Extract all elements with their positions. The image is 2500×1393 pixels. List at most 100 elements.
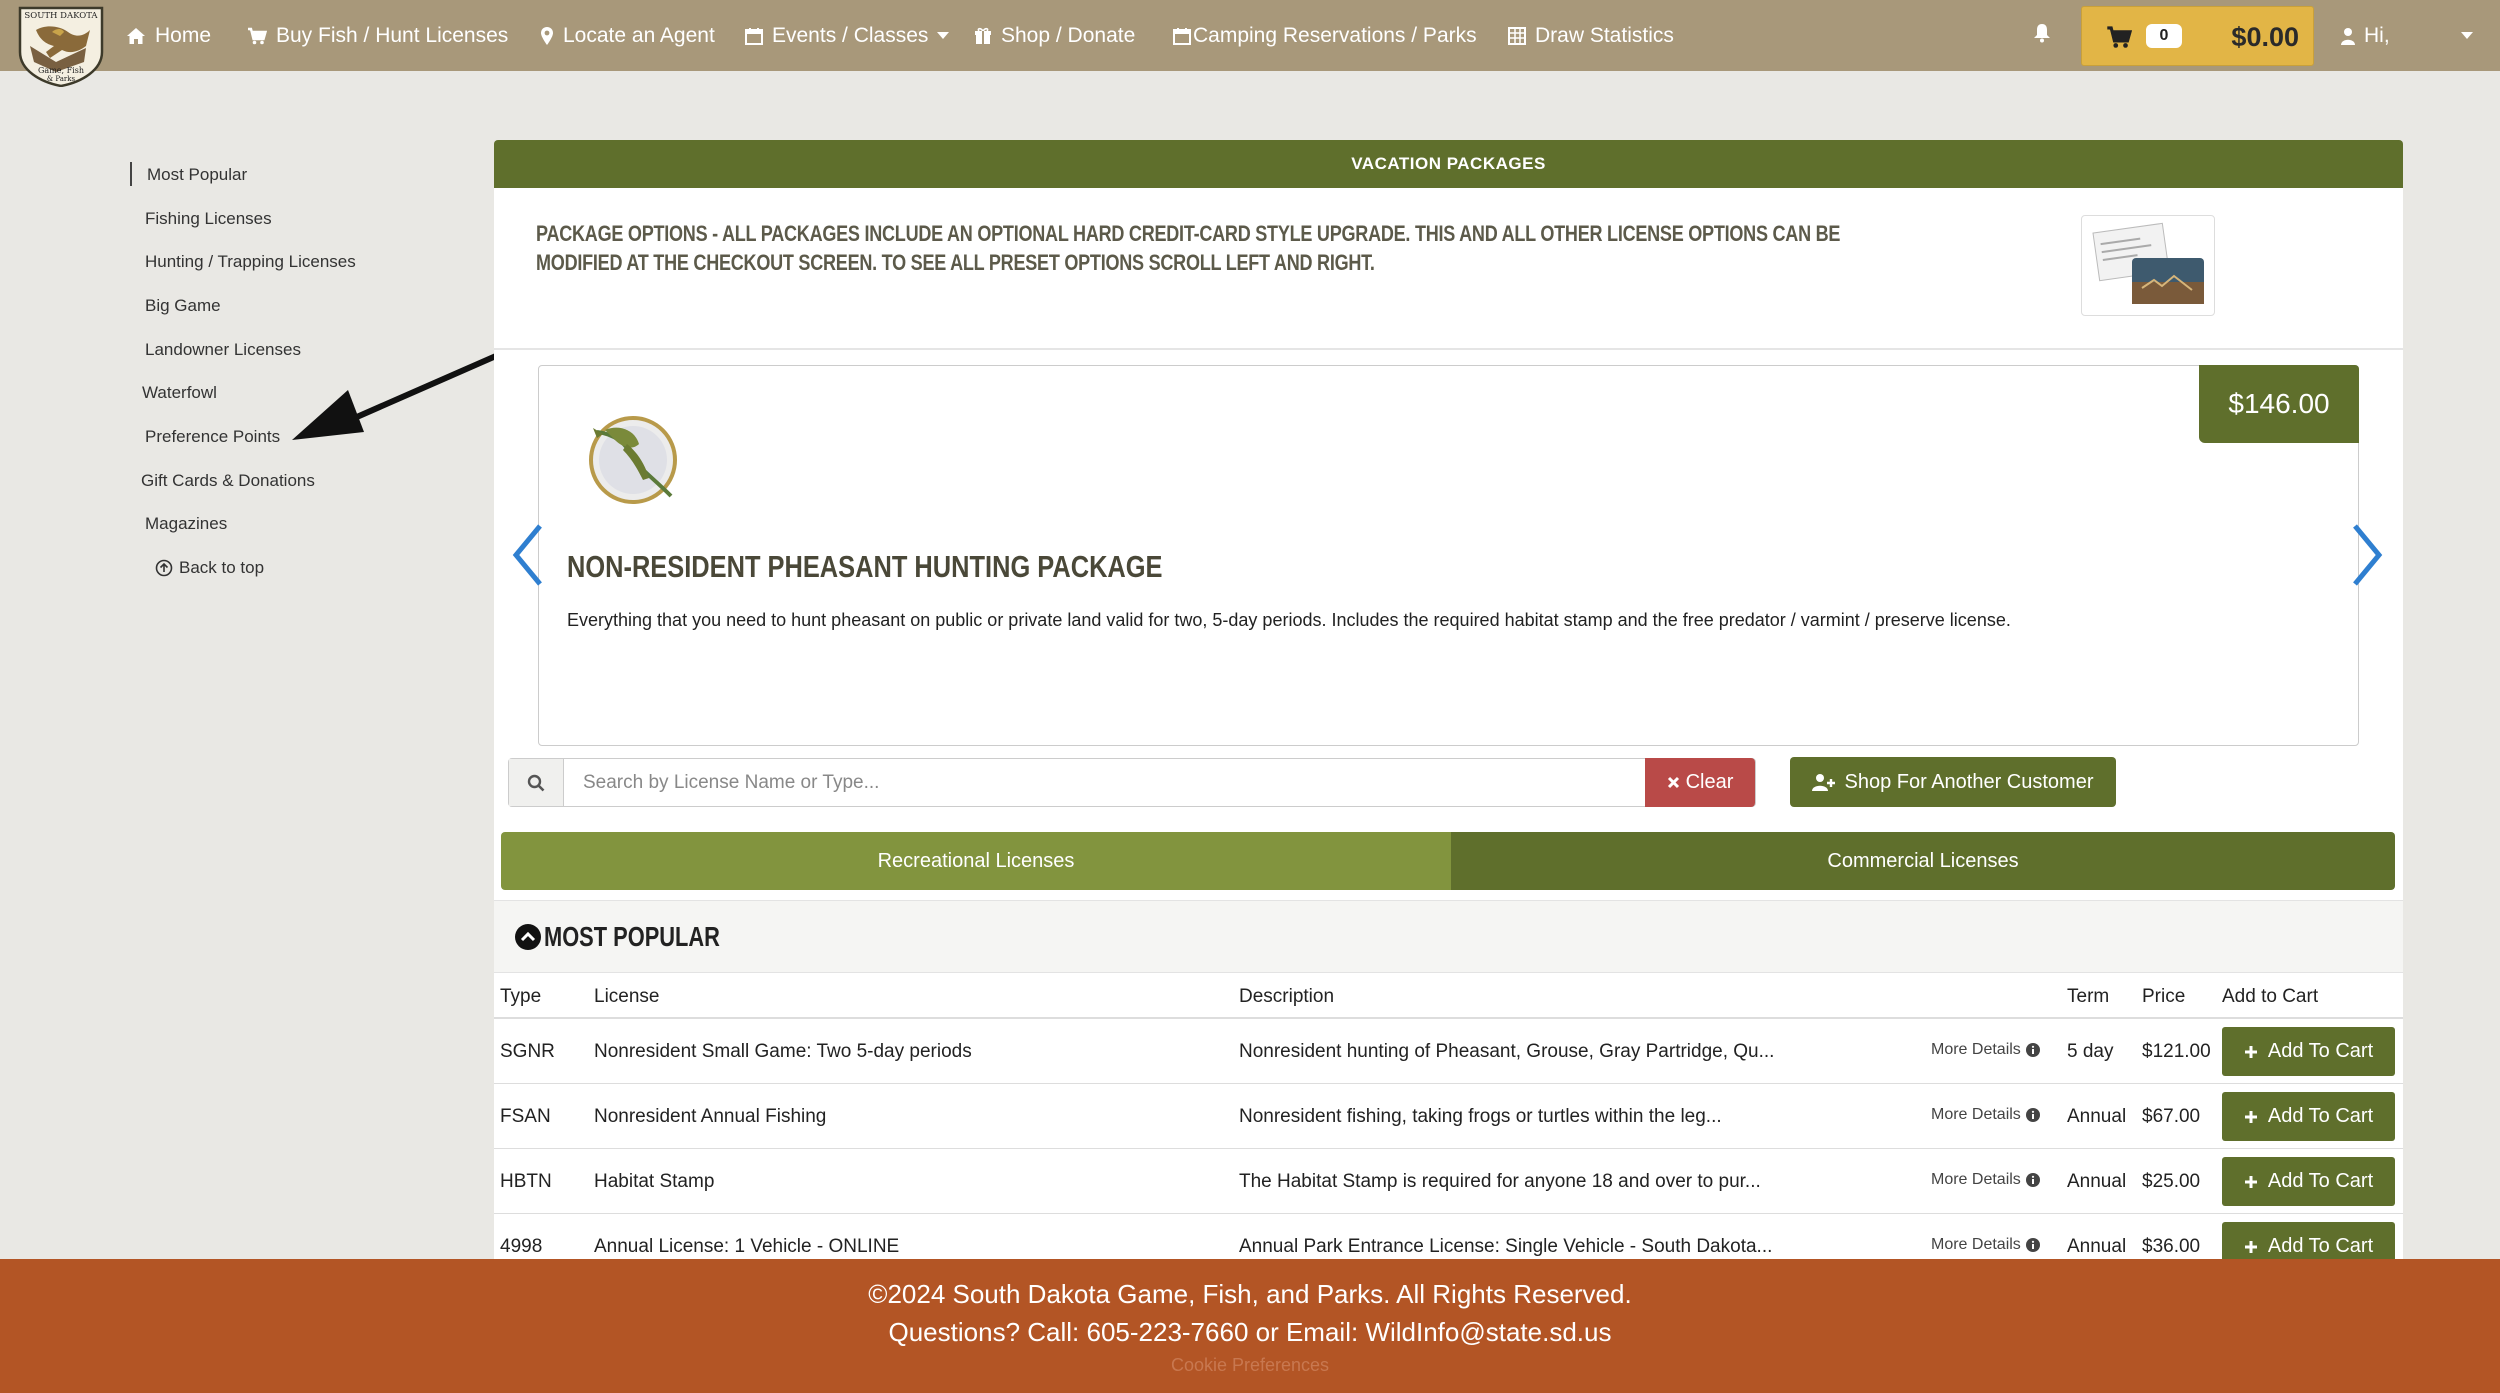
nav-shop-donate[interactable]: Shop / Donate: [974, 0, 1135, 71]
nav-locate-agent[interactable]: Locate an Agent: [540, 0, 715, 71]
nav-events-label: Events / Classes: [772, 23, 929, 47]
shop-for-another-customer-button[interactable]: Shop For Another Customer: [1790, 757, 2116, 807]
cart-button[interactable]: 0 $0.00: [2081, 6, 2314, 66]
pheasant-emblem-icon: [575, 404, 687, 512]
more-details-link[interactable]: More Details: [1931, 1236, 2040, 1254]
nav-buy-licenses[interactable]: Buy Fish / Hunt Licenses: [247, 0, 508, 71]
chevron-left-icon: [512, 524, 542, 586]
table-icon: [1508, 26, 1526, 45]
user-menu-toggle[interactable]: [2452, 0, 2473, 71]
home-icon: [126, 27, 146, 45]
user-plus-icon: [1812, 773, 1836, 791]
sidebar-item-waterfowl[interactable]: Waterfowl: [142, 383, 217, 403]
more-details-link[interactable]: More Details: [1931, 1106, 2040, 1124]
plus-icon: [2244, 1045, 2258, 1059]
tab-commercial-licenses[interactable]: Commercial Licenses: [1451, 832, 2395, 890]
row-description: Nonresident fishing, taking frogs or tur…: [1239, 1106, 1722, 1127]
sidebar-active-indicator: [130, 162, 132, 186]
row-term: 5 day: [2067, 1041, 2114, 1062]
package-title: Non-Resident Pheasant Hunting Package: [567, 549, 1163, 584]
col-add-to-cart: Add to Cart: [2222, 986, 2319, 1007]
table-row: FSAN Nonresident Annual Fishing Nonresid…: [494, 1084, 2403, 1149]
add-to-cart-label: Add To Cart: [2267, 1040, 2374, 1062]
nav-locate-label: Locate an Agent: [563, 23, 715, 47]
license-search-input[interactable]: [565, 759, 1635, 806]
cart-total: $0.00: [2231, 22, 2299, 52]
add-to-cart-button[interactable]: Add To Cart: [2222, 1092, 2395, 1141]
most-popular-section-header[interactable]: Most Popular: [494, 900, 2403, 973]
more-details-label: More Details: [1931, 1041, 2021, 1058]
clear-search-button[interactable]: Clear: [1645, 758, 1755, 807]
plus-icon: [2244, 1175, 2258, 1189]
more-details-label: More Details: [1931, 1236, 2021, 1253]
nav-buy-label: Buy Fish / Hunt Licenses: [276, 23, 509, 47]
row-license: Nonresident Annual Fishing: [594, 1106, 827, 1127]
cart-icon: [247, 27, 267, 45]
more-details-label: More Details: [1931, 1106, 2021, 1123]
clear-label: Clear: [1685, 771, 1734, 793]
more-details-link[interactable]: More Details: [1931, 1041, 2040, 1059]
nav-draw-statistics[interactable]: Draw Statistics: [1508, 0, 1674, 71]
row-term: Annual: [2067, 1236, 2127, 1257]
calendar-icon: [745, 27, 763, 45]
bell-icon: [2033, 23, 2051, 49]
vacation-packages-header: VACATION PACKAGES: [494, 140, 2403, 188]
user-icon: [2341, 27, 2355, 45]
sidebar-item-magazines[interactable]: Magazines: [145, 514, 227, 534]
vacation-packages-panel: Package Options - All packages include a…: [494, 188, 2403, 1279]
row-price: $67.00: [2142, 1106, 2201, 1127]
sidebar-item-hunting-trapping[interactable]: Hunting / Trapping Licenses: [145, 252, 356, 272]
row-price: $36.00: [2142, 1236, 2201, 1257]
gift-icon: [974, 27, 992, 45]
tab-recreational-licenses[interactable]: Recreational Licenses: [501, 832, 1451, 890]
plus-icon: [2244, 1240, 2258, 1254]
info-circle-icon: [2025, 1108, 2040, 1122]
package-options-text: Package Options - All packages include a…: [536, 221, 1841, 275]
col-type: Type: [500, 986, 542, 1007]
row-license: Habitat Stamp: [594, 1171, 715, 1192]
chevron-down-icon: [2461, 32, 2473, 39]
nav-home-label: Home: [155, 23, 212, 47]
package-carousel: $146.00 Non-Resident Pheasant Hunting Pa…: [538, 365, 2359, 746]
row-price: $25.00: [2142, 1171, 2201, 1192]
notifications-button[interactable]: [2033, 0, 2051, 71]
more-details-label: More Details: [1931, 1171, 2021, 1188]
site-footer: ©2024 South Dakota Game, Fish, and Parks…: [0, 1259, 2500, 1393]
nav-shop-label: Shop / Donate: [1001, 23, 1136, 47]
sdgfp-logo[interactable]: SOUTH DAKOTA Game, Fish & Parks: [16, 2, 106, 88]
sidebar-item-big-game[interactable]: Big Game: [145, 296, 221, 316]
add-to-cart-label: Add To Cart: [2267, 1170, 2374, 1192]
row-term: Annual: [2067, 1171, 2127, 1192]
add-to-cart-button[interactable]: Add To Cart: [2222, 1157, 2395, 1206]
credit-card-upgrade-image: [2081, 215, 2215, 316]
cart-count-badge: 0: [2146, 24, 2182, 48]
nav-camping-label: Camping Reservations / Parks: [1193, 23, 1477, 47]
calendar-icon: [1173, 27, 1191, 45]
sidebar-item-gift-cards[interactable]: Gift Cards & Donations: [141, 471, 315, 491]
section-title: Most Popular: [544, 921, 720, 952]
back-to-top-link[interactable]: Back to top: [155, 558, 264, 578]
package-description: Everything that you need to hunt pheasan…: [567, 610, 2011, 630]
chevron-circle-up-icon: [514, 923, 542, 956]
sidebar-item-fishing-licenses[interactable]: Fishing Licenses: [145, 209, 272, 229]
nav-draw-label: Draw Statistics: [1535, 23, 1674, 47]
carousel-prev-button[interactable]: [506, 518, 550, 592]
row-description: The Habitat Stamp is required for anyone…: [1239, 1171, 1761, 1192]
user-menu[interactable]: Hi,: [2341, 0, 2390, 71]
sidebar-item-most-popular[interactable]: Most Popular: [147, 165, 247, 185]
more-details-link[interactable]: More Details: [1931, 1171, 2040, 1189]
row-type: FSAN: [500, 1106, 551, 1127]
cookie-preferences-link[interactable]: Cookie Preferences: [0, 1355, 2500, 1376]
carousel-next-button[interactable]: [2345, 518, 2389, 592]
nav-home[interactable]: Home: [126, 0, 211, 71]
map-marker-icon: [540, 26, 554, 46]
add-to-cart-button[interactable]: Add To Cart: [2222, 1027, 2395, 1076]
sidebar-item-preference-points[interactable]: Preference Points: [145, 427, 280, 447]
chevron-right-icon: [2353, 524, 2383, 586]
sidebar-item-landowner[interactable]: Landowner Licenses: [145, 340, 301, 360]
nav-events-dropdown[interactable]: Events / Classes: [745, 0, 950, 71]
row-type: 4998: [500, 1236, 543, 1257]
top-navbar: Home Buy Fish / Hunt Licenses Locate an …: [0, 0, 2500, 71]
search-icon[interactable]: [509, 759, 564, 806]
nav-camping[interactable]: Camping Reservations / Parks: [1173, 0, 1477, 71]
